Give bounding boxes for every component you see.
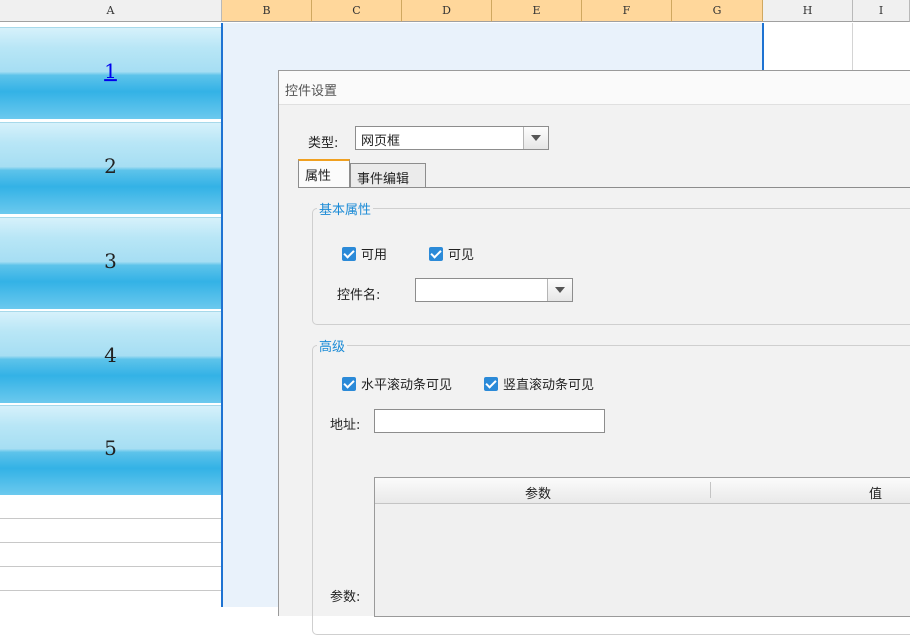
column-header-h[interactable]: H [763, 0, 853, 22]
vscroll-checkbox-label: 竖直滚动条可见 [503, 378, 595, 393]
tab-properties[interactable]: 属性 [298, 159, 350, 187]
advanced-group-title: 高级 [317, 336, 348, 355]
column-header-e[interactable]: E [492, 0, 582, 22]
row-button-2[interactable]: 2 [0, 122, 221, 214]
params-table[interactable]: 参数 值 [374, 477, 910, 617]
enabled-checkbox[interactable]: 可用 [342, 244, 387, 263]
column-header-d[interactable]: D [402, 0, 492, 22]
basic-properties-group [312, 208, 910, 325]
row-button-label: 3 [104, 248, 117, 273]
vscroll-checkbox[interactable]: 竖直滚动条可见 [484, 374, 594, 393]
hscroll-checkbox[interactable]: 水平滚动条可见 [342, 374, 452, 393]
dialog-title: 控件设置 [285, 84, 338, 99]
control-name-label: 控件名: [337, 288, 381, 303]
visible-checkbox[interactable]: 可见 [429, 244, 474, 263]
column-gridline [852, 23, 853, 73]
checkbox-checked-icon [342, 376, 356, 391]
checkbox-checked-icon [484, 376, 498, 391]
row-button-3[interactable]: 3 [0, 217, 221, 309]
column-header-g[interactable]: G [672, 0, 763, 22]
column-header-row: A B C D E F G H I [0, 0, 910, 23]
type-select[interactable]: 网页框 [355, 126, 549, 150]
control-name-select[interactable] [415, 278, 573, 302]
column-header-i[interactable]: I [853, 0, 910, 22]
row-button-label: 4 [104, 342, 117, 367]
tab-event-edit[interactable]: 事件编辑 [350, 163, 426, 187]
tab-panel-border [298, 187, 910, 188]
row-button-4[interactable]: 4 [0, 311, 221, 403]
dialog-titlebar[interactable] [279, 71, 910, 105]
chevron-down-icon[interactable] [547, 279, 572, 301]
row-button-label: 2 [104, 153, 117, 178]
column-header-a[interactable]: A [0, 0, 222, 22]
column-header-b[interactable]: B [222, 0, 312, 22]
type-label: 类型: [308, 136, 339, 151]
params-column-header[interactable]: 参数 [525, 483, 551, 502]
row-gridline [0, 590, 222, 591]
chevron-down-icon[interactable] [523, 127, 548, 149]
row-gridline [0, 518, 222, 519]
selection-border-right [762, 23, 764, 73]
selection-border-left [221, 23, 223, 607]
enabled-checkbox-label: 可用 [361, 248, 388, 263]
basic-properties-title: 基本属性 [317, 199, 374, 218]
column-header-f[interactable]: F [582, 0, 672, 22]
control-settings-dialog: 控件设置 类型: 网页框 属性 事件编辑 基本属性 可用 可见 控件名: 高级 … [278, 70, 910, 635]
params-table-header: 参数 值 [375, 478, 910, 504]
column-separator [710, 482, 711, 498]
row-button-1[interactable]: 1 [0, 27, 221, 119]
column-header-c[interactable]: C [312, 0, 402, 22]
params-label: 参数: [330, 590, 361, 605]
row-button-5[interactable]: 5 [0, 405, 221, 495]
row-button-label: 5 [104, 435, 117, 460]
hscroll-checkbox-label: 水平滚动条可见 [361, 378, 453, 393]
checkbox-checked-icon [429, 246, 443, 261]
row-gridline [0, 542, 222, 543]
row-button-label: 1 [104, 58, 117, 83]
url-label: 地址: [330, 418, 361, 433]
type-select-value: 网页框 [361, 134, 401, 149]
url-input[interactable] [374, 409, 605, 433]
row-gridline [0, 566, 222, 567]
checkbox-checked-icon [342, 246, 356, 261]
value-column-header[interactable]: 值 [869, 483, 882, 502]
visible-checkbox-label: 可见 [448, 248, 475, 263]
